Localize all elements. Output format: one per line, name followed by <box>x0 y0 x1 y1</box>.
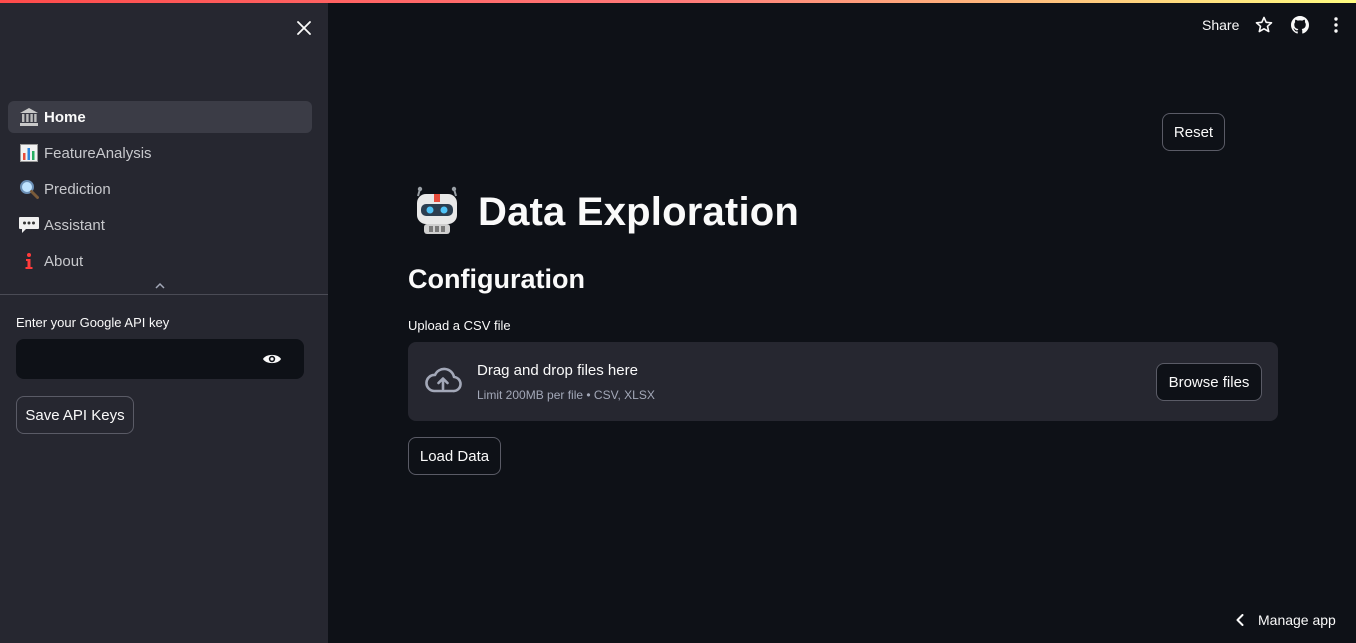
sidebar: Home FeatureAnalysis Prediction Assistan… <box>0 0 328 643</box>
favorite-button[interactable] <box>1254 15 1274 35</box>
eye-icon <box>263 354 281 364</box>
api-key-field <box>16 339 304 379</box>
github-icon <box>1291 16 1309 34</box>
sidebar-nav: Home FeatureAnalysis Prediction Assistan… <box>8 101 312 281</box>
section-title: Configuration <box>408 264 585 294</box>
cloud-upload-icon <box>425 367 462 393</box>
api-key-label: Enter your Google API key <box>16 315 170 330</box>
browse-files-button[interactable]: Browse files <box>1156 363 1262 401</box>
bank-icon <box>18 106 40 128</box>
reset-button[interactable]: Reset <box>1162 113 1225 151</box>
share-button[interactable]: Share <box>1202 17 1239 33</box>
sidebar-item-featureanalysis[interactable]: FeatureAnalysis <box>8 137 312 169</box>
sidebar-item-label: Home <box>44 108 86 126</box>
sidebar-item-label: FeatureAnalysis <box>44 144 152 162</box>
sidebar-item-label: Assistant <box>44 216 105 234</box>
show-password-button[interactable] <box>262 350 282 368</box>
sidebar-item-about[interactable]: About <box>8 245 312 277</box>
manage-app-label: Manage app <box>1258 612 1336 628</box>
bar-chart-icon <box>18 142 40 164</box>
speech-bubble-icon <box>18 214 40 236</box>
sidebar-item-label: Prediction <box>44 180 111 198</box>
sidebar-item-assistant[interactable]: Assistant <box>8 209 312 241</box>
load-data-button[interactable]: Load Data <box>408 437 501 475</box>
chevron-up-icon <box>155 282 165 289</box>
main-menu-button[interactable] <box>1326 15 1346 35</box>
close-sidebar-button[interactable] <box>292 16 316 40</box>
close-icon <box>297 21 311 35</box>
manage-app-button[interactable]: Manage app <box>1236 612 1336 628</box>
robot-icon <box>417 186 457 234</box>
info-icon <box>18 250 40 272</box>
sidebar-divider <box>0 294 328 295</box>
file-dropzone[interactable]: Drag and drop files here Limit 200MB per… <box>408 342 1278 421</box>
sidebar-item-home[interactable]: Home <box>8 101 312 133</box>
magnifier-icon <box>18 178 40 200</box>
sidebar-item-label: About <box>44 252 84 270</box>
collapse-nav-button[interactable] <box>154 279 166 291</box>
dropzone-instructions: Drag and drop files here <box>477 362 638 379</box>
page-title: Data Exploration <box>478 189 800 234</box>
star-icon <box>1255 16 1273 33</box>
api-key-input[interactable] <box>16 339 246 379</box>
save-api-keys-button[interactable]: Save API Keys <box>16 396 134 434</box>
sidebar-item-prediction[interactable]: Prediction <box>8 173 312 205</box>
more-vertical-icon <box>1334 17 1338 33</box>
page-header: Data Exploration <box>412 186 799 238</box>
chevron-left-icon <box>1236 614 1244 626</box>
top-decoration-bar <box>0 0 1356 3</box>
github-button[interactable] <box>1290 15 1310 35</box>
dropzone-limits: Limit 200MB per file • CSV, XLSX <box>477 388 655 402</box>
upload-label: Upload a CSV file <box>408 318 511 333</box>
